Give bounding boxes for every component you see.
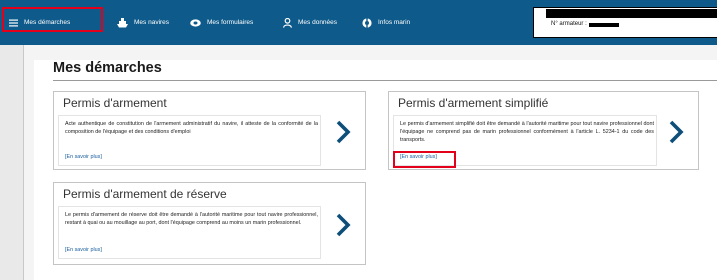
title-separator (53, 80, 717, 81)
chevron-right-icon[interactable] (334, 213, 352, 237)
user-icon (283, 17, 292, 28)
card-description: Le permis d'armement de réserve doit êtr… (65, 212, 318, 226)
card-permis-armement-reserve[interactable]: Permis d'armement de réserve Le permis d… (53, 182, 366, 265)
card-title: Permis d'armement simplifié (398, 96, 549, 110)
redacted-bar (546, 9, 717, 18)
redacted-value (589, 23, 619, 27)
nav-mes-navires[interactable]: Mes navires (117, 0, 169, 45)
account-label: N° armateur : (551, 21, 587, 27)
top-navigation-bar: Mes démarches Mes navires Mes formulaire… (0, 0, 717, 45)
nav-label: Mes données (298, 19, 338, 26)
nav-label: Mes formulaires (207, 19, 254, 26)
learn-more-link[interactable]: [En savoir plus] (65, 247, 102, 253)
card-description: Le permis d'armement simplifié doit être… (400, 121, 654, 143)
nav-label: Mes navires (134, 19, 170, 26)
nav-mes-donnees[interactable]: Mes données (283, 0, 337, 45)
card-title: Permis d'armement (63, 96, 167, 110)
card-body: Le permis d'armement de réserve doit êtr… (58, 206, 321, 259)
account-panel: N° armateur : (533, 7, 717, 38)
life-ring-icon (362, 17, 372, 28)
nav-mes-formulaires[interactable]: Mes formulaires (190, 0, 253, 45)
card-body: Acte authentique de constitution de l'ar… (58, 115, 321, 166)
chevron-right-icon[interactable] (334, 120, 352, 144)
form-icon (190, 18, 201, 27)
learn-more-link[interactable]: [En savoir plus] (65, 154, 102, 160)
chevron-right-icon[interactable] (667, 120, 685, 144)
card-permis-armement[interactable]: Permis d'armement Acte authentique de co… (53, 91, 366, 170)
left-gutter (0, 45, 23, 280)
ship-icon (117, 17, 128, 28)
card-description: Acte authentique de constitution de l'ar… (65, 121, 318, 135)
page-title: Mes démarches (53, 60, 162, 76)
highlight-frame (2, 7, 103, 32)
highlight-frame (393, 151, 456, 168)
nav-infos-marin[interactable]: Infos marin (362, 0, 410, 45)
nav-label: Infos marin (378, 19, 411, 26)
card-title: Permis d'armement de réserve (63, 187, 227, 201)
